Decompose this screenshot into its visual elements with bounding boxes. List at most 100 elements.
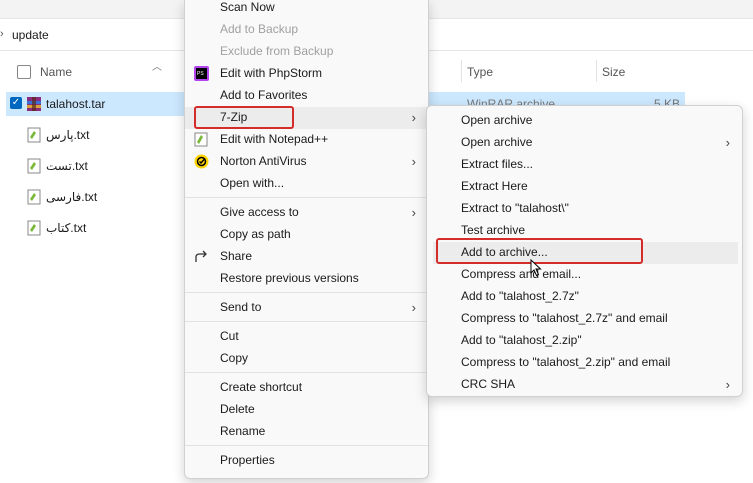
menu-item-label: Extract to "talahost\" [461, 201, 569, 215]
menu-separator [185, 197, 428, 198]
menu-item-properties[interactable]: Properties [185, 450, 428, 472]
menu-item-label: Open with... [220, 176, 285, 190]
menu-item-label: Delete [220, 402, 255, 416]
menu-item-delete[interactable]: Delete [185, 399, 428, 421]
menu-item-label: Send to [220, 300, 262, 314]
menu-item-label: Scan Now [220, 0, 275, 14]
menu-separator [185, 292, 428, 293]
table-row[interactable]: فارسی.txt [26, 186, 97, 208]
menu-item-give-access[interactable]: Give access to › [185, 202, 428, 224]
chevron-right-icon: › [411, 110, 416, 125]
menu-separator [185, 321, 428, 322]
mouse-cursor-icon [530, 259, 542, 277]
menu-item-label: Test archive [461, 223, 526, 237]
menu-item-open-archive-sub[interactable]: Open archive › [427, 132, 742, 154]
menu-item-edit-notepad[interactable]: Edit with Notepad++ [185, 129, 428, 151]
notepad-plus-plus-file-icon [26, 189, 42, 205]
menu-item-add-to-favorites[interactable]: Add to Favorites [185, 85, 428, 107]
menu-item-label: Extract Here [461, 179, 528, 193]
file-name: فارسی.txt [46, 190, 98, 204]
menu-item-label: Compress and email... [461, 267, 582, 281]
menu-item-compress-7z-email[interactable]: Compress to "talahost_2.7z" and email [427, 308, 742, 330]
menu-item-label: Create shortcut [220, 380, 303, 394]
notepad-plus-plus-file-icon [26, 127, 42, 143]
menu-item-label: Add to "talahost_2.7z" [461, 289, 579, 303]
chevron-right-icon: › [411, 300, 416, 315]
menu-item-add-to-zip[interactable]: Add to "talahost_2.zip" [427, 330, 742, 352]
menu-item-label: Cut [220, 329, 239, 343]
menu-item-label: Copy as path [220, 227, 291, 241]
menu-item-open-archive[interactable]: Open archive [427, 110, 742, 132]
column-divider[interactable] [461, 60, 462, 82]
menu-item-label: Edit with Notepad++ [220, 132, 329, 146]
share-icon [194, 249, 209, 264]
menu-item-create-shortcut[interactable]: Create shortcut [185, 377, 428, 399]
row-checkbox-checked[interactable]: ✓ [10, 97, 22, 109]
menu-item-rename[interactable]: Rename [185, 421, 428, 443]
file-name: پارس.txt [46, 128, 90, 142]
menu-item-label: Compress to "talahost_2.zip" and email [461, 355, 671, 369]
menu-separator [185, 372, 428, 373]
notepad-plus-plus-icon [194, 132, 209, 147]
menu-item-crc-sha[interactable]: CRC SHA › [427, 374, 742, 396]
menu-item-label: Add to Backup [220, 22, 299, 36]
column-divider[interactable] [596, 60, 597, 82]
notepad-plus-plus-file-icon [26, 158, 42, 174]
menu-item-label: Share [220, 249, 253, 263]
menu-item-label: Add to Favorites [220, 88, 308, 102]
menu-item-label: Edit with PhpStorm [220, 66, 323, 80]
menu-item-share[interactable]: Share [185, 246, 428, 268]
file-name: تست.txt [46, 159, 88, 173]
table-row[interactable]: کتاب.txt [26, 217, 86, 239]
menu-item-extract-files[interactable]: Extract files... [427, 154, 742, 176]
menu-item-exclude-from-backup: Exclude from Backup [185, 41, 428, 63]
file-name: کتاب.txt [46, 221, 87, 235]
menu-item-open-with[interactable]: Open with... [185, 173, 428, 195]
select-all-checkbox[interactable] [17, 65, 31, 79]
menu-item-label: Properties [220, 453, 275, 467]
menu-item-compress-email[interactable]: Compress and email... [427, 264, 742, 286]
chevron-right-icon: › [411, 154, 416, 169]
menu-item-edit-phpstorm[interactable]: PS Edit with PhpStorm [185, 63, 428, 85]
menu-item-label: Rename [220, 424, 266, 438]
menu-item-label: Give access to [220, 205, 299, 219]
menu-item-cut[interactable]: Cut [185, 326, 428, 348]
file-name: talahost.tar [46, 97, 106, 111]
phpstorm-icon: PS [194, 66, 209, 81]
column-header-type[interactable]: Type [467, 65, 493, 79]
menu-item-restore-previous[interactable]: Restore previous versions [185, 268, 428, 290]
menu-item-scan-now[interactable]: Scan Now [185, 0, 428, 19]
menu-item-label: Extract files... [461, 157, 534, 171]
menu-item-label: Restore previous versions [220, 271, 359, 285]
context-menu: Scan Now Add to Backup Exclude from Back… [184, 0, 429, 479]
menu-item-label: CRC SHA [461, 377, 516, 391]
menu-item-copy-as-path[interactable]: Copy as path [185, 224, 428, 246]
menu-item-label: Copy [220, 351, 249, 365]
chevron-right-icon: › [0, 28, 4, 40]
winrar-archive-icon [26, 96, 42, 112]
menu-item-label: Norton AntiVirus [220, 154, 307, 168]
menu-item-add-to-backup: Add to Backup [185, 19, 428, 41]
menu-separator [185, 445, 428, 446]
sort-ascending-icon: ︿ [152, 62, 162, 73]
menu-item-add-to-7z[interactable]: Add to "talahost_2.7z" [427, 286, 742, 308]
notepad-plus-plus-file-icon [26, 220, 42, 236]
menu-item-label: Open archive [461, 135, 533, 149]
column-header-size[interactable]: Size [602, 65, 625, 79]
table-row[interactable]: پارس.txt [26, 124, 89, 146]
menu-item-copy[interactable]: Copy [185, 348, 428, 370]
chevron-right-icon: › [725, 135, 730, 150]
menu-item-label: Compress to "talahost_2.7z" and email [461, 311, 668, 325]
column-header-name[interactable]: Name [40, 65, 72, 79]
menu-item-send-to[interactable]: Send to › [185, 297, 428, 319]
menu-item-extract-here[interactable]: Extract Here [427, 176, 742, 198]
menu-item-label: Exclude from Backup [220, 44, 334, 58]
highlight-7zip [194, 106, 294, 129]
table-row[interactable]: تست.txt [26, 155, 88, 177]
menu-item-extract-to[interactable]: Extract to "talahost\" [427, 198, 742, 220]
menu-item-norton[interactable]: Norton AntiVirus › [185, 151, 428, 173]
menu-item-label: Open archive [461, 113, 533, 127]
table-row[interactable]: talahost.tar [26, 93, 105, 115]
menu-item-label: Add to "talahost_2.zip" [461, 333, 582, 347]
menu-item-compress-zip-email[interactable]: Compress to "talahost_2.zip" and email [427, 352, 742, 374]
